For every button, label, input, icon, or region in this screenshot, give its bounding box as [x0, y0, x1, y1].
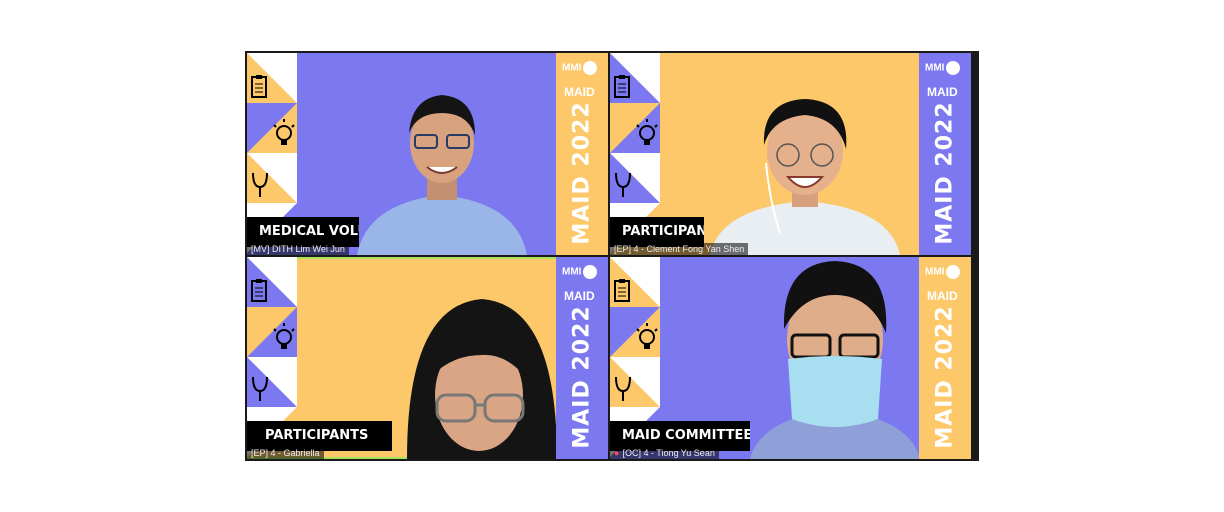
event-banner: MMI MAID MAID 2022 — [556, 53, 608, 255]
mmi-logo: MMI — [925, 61, 961, 75]
participant-name-label: [EP] 4 - Gabriella — [247, 447, 324, 459]
video-gallery: MMI MAID MAID 2022 MEDICAL VOLUN [MV] DI… — [245, 51, 979, 461]
maid-logo: MAID — [564, 289, 595, 303]
participant-name-label: [EP] 4 - Clement Fong Yan Shen — [610, 243, 749, 255]
mmi-logo: MMI — [562, 61, 598, 75]
vertical-event-title: MAID 2022 — [569, 305, 595, 449]
maid-logo: MAID — [927, 85, 958, 99]
participant-name-text: [OC] 4 - Tiong Yu Sean — [622, 448, 715, 458]
video-tile-tiong-yu-sean[interactable]: MMI MAID MAID 2022 MAID COMMITTEE ● [OC] … — [610, 257, 971, 459]
maid-logo: MAID — [927, 289, 958, 303]
mmi-logo: MMI — [925, 265, 961, 279]
video-tile-clement-fong[interactable]: MMI MAID MAID 2022 PARTICIPAN [EP] 4 - C… — [610, 53, 971, 255]
maid-logo: MAID — [564, 85, 595, 99]
participant-video — [700, 93, 910, 255]
event-banner: MMI MAID MAID 2022 — [556, 257, 608, 459]
video-tile-gabriella[interactable]: MMI MAID MAID 2022 PARTICIPANTS [EP] 4 -… — [247, 257, 608, 459]
participant-name-label: [MV] DITH Lim Wei Jun — [247, 243, 349, 255]
event-banner: MMI MAID MAID 2022 — [919, 53, 971, 255]
video-tile-lim-wei-jun[interactable]: MMI MAID MAID 2022 MEDICAL VOLUN [MV] DI… — [247, 53, 608, 255]
participant-video — [327, 83, 557, 255]
mic-muted-icon: ● — [614, 448, 620, 458]
vertical-event-title: MAID 2022 — [569, 101, 595, 245]
vertical-event-title: MAID 2022 — [932, 101, 958, 245]
participant-video — [387, 295, 567, 459]
vertical-event-title: MAID 2022 — [932, 305, 958, 449]
mmi-logo: MMI — [562, 265, 598, 279]
event-banner: MMI MAID MAID 2022 — [919, 257, 971, 459]
participant-name-label: ● [OC] 4 - Tiong Yu Sean — [610, 447, 719, 459]
participant-video — [740, 259, 930, 459]
